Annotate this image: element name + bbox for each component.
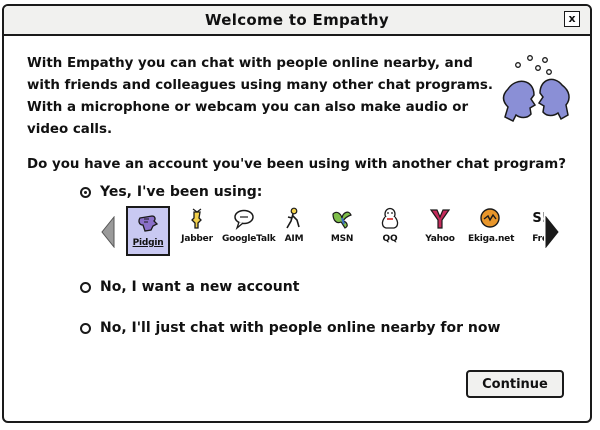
protocol-label: AIM — [284, 234, 304, 244]
protocol-msn[interactable]: MSN — [320, 206, 364, 256]
protocol-googletalk[interactable]: GoogleTalk — [222, 206, 276, 256]
jabber-icon — [191, 208, 202, 229]
protocol-pidgin[interactable]: Pidgin — [126, 206, 170, 256]
protocol-jabber[interactable]: Jabber — [175, 206, 219, 256]
radio-label: Yes, I've been using: — [100, 184, 263, 200]
talking-heads-icon — [502, 55, 570, 123]
protocol-label: Ekiga.net — [468, 234, 515, 244]
protocol-sip[interactable]: S! Fre — [518, 206, 544, 256]
protocol-qq[interactable]: QQ — [368, 206, 412, 256]
continue-button[interactable]: Continue — [466, 370, 564, 398]
radio-option-nearby-only[interactable]: No, I'll just chat with people online ne… — [80, 320, 500, 336]
titlebar: Welcome to Empathy x — [4, 6, 590, 36]
radio-button[interactable] — [80, 322, 91, 334]
yahoo-icon — [429, 209, 451, 229]
radio-option-new-account[interactable]: No, I want a new account — [80, 279, 299, 295]
protocol-list: Pidgin Jabber GoogleTalk AIM MSN QQ Yaho… — [116, 200, 544, 266]
protocol-yahoo[interactable]: Yahoo — [418, 206, 462, 256]
radio-option-existing-account[interactable]: Yes, I've been using: — [80, 184, 262, 200]
protocol-label: Fre — [532, 234, 544, 244]
radio-button-checked[interactable] — [80, 186, 91, 198]
protocol-ekiga[interactable]: Ekiga.net — [468, 206, 515, 256]
intro-line-2: with friends and colleagues using many o… — [27, 78, 493, 93]
intro-line-1: With Empathy you can chat with people on… — [27, 56, 473, 71]
close-button[interactable]: x — [564, 11, 580, 27]
protocol-label: QQ — [382, 234, 398, 244]
sip-icon: S! — [532, 211, 544, 226]
googletalk-icon — [234, 209, 254, 230]
account-question: Do you have an account you've been using… — [27, 157, 566, 172]
qq-icon — [381, 207, 399, 229]
intro-text: With Empathy you can chat with people on… — [27, 53, 497, 141]
ekiga-icon — [480, 208, 500, 228]
scroll-left-arrow-icon[interactable] — [100, 216, 116, 248]
protocol-label: Yahoo — [425, 234, 455, 244]
protocol-chooser: Pidgin Jabber GoogleTalk AIM MSN QQ Yaho… — [100, 206, 560, 262]
protocol-label: Jabber — [181, 234, 213, 244]
radio-label: No, I'll just chat with people online ne… — [100, 320, 501, 336]
protocol-label: MSN — [330, 234, 354, 244]
msn-icon — [332, 211, 352, 229]
scroll-right-arrow-icon[interactable] — [544, 216, 560, 248]
aim-icon — [286, 207, 300, 229]
radio-button[interactable] — [80, 281, 91, 293]
pidgin-icon — [138, 215, 159, 232]
radio-label: No, I want a new account — [100, 279, 300, 295]
protocol-label: Pidgin — [132, 238, 164, 248]
intro-line-3: With a microphone or webcam you can also… — [27, 100, 469, 137]
window-title: Welcome to Empathy — [204, 11, 389, 29]
protocol-label: GoogleTalk — [222, 234, 276, 244]
protocol-aim[interactable]: AIM — [272, 206, 316, 256]
